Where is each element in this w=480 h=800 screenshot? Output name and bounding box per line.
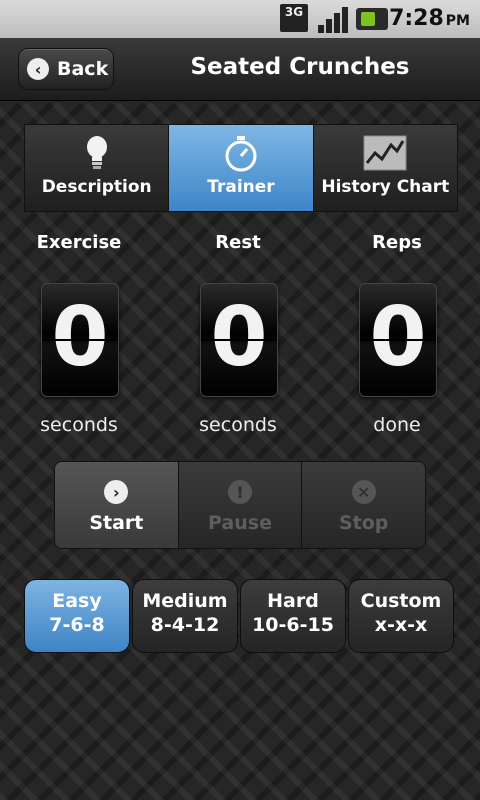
tab-bar: Description Trainer History Chart: [24, 124, 458, 212]
pause-label: Pause: [208, 512, 272, 534]
tab-trainer[interactable]: Trainer: [169, 125, 314, 211]
tab-trainer-label: Trainer: [207, 177, 275, 197]
exercise-title: Exercise: [36, 232, 122, 253]
chevron-left-icon: ‹: [27, 58, 49, 80]
tab-history-chart-label: History Chart: [321, 177, 450, 197]
rest-value: 0: [210, 290, 268, 385]
back-button[interactable]: ‹ Back: [18, 48, 114, 90]
lightbulb-icon: [86, 136, 107, 169]
back-label: Back: [57, 58, 109, 80]
preset-hard-button[interactable]: Hard 10-6-15: [240, 579, 346, 653]
app-header: ‹ Back Seated Crunches: [0, 38, 480, 101]
preset-custom-button[interactable]: Custom x-x-x: [348, 579, 454, 653]
tab-description[interactable]: Description: [25, 125, 170, 211]
close-icon: ✕: [351, 480, 376, 504]
exercise-unit: seconds: [40, 414, 118, 436]
start-button[interactable]: › Start: [55, 462, 179, 548]
start-label: Start: [89, 512, 144, 534]
tab-description-label: Description: [41, 177, 152, 197]
rest-counter: 0: [200, 283, 278, 397]
trainer-controls: › Start ! Pause ✕ Stop: [54, 461, 426, 549]
rest-unit: seconds: [199, 414, 277, 436]
preset-easy-name: Easy: [52, 590, 102, 612]
exercise-counter: 0: [41, 283, 119, 397]
reps-counter: 0: [359, 283, 437, 397]
preset-hard-value: 10-6-15: [252, 614, 334, 636]
signal-strength-icon: [318, 5, 350, 33]
reps-unit: done: [373, 414, 421, 436]
battery-icon: [356, 8, 388, 30]
preset-medium-name: Medium: [142, 590, 228, 612]
stop-button[interactable]: ✕ Stop: [302, 462, 425, 548]
preset-medium-button[interactable]: Medium 8-4-12: [132, 579, 238, 653]
network-3g-icon: 3G: [280, 4, 308, 32]
exercise-value: 0: [51, 290, 109, 385]
preset-easy-value: 7-6-8: [49, 614, 105, 636]
warning-icon: !: [228, 480, 252, 504]
preset-easy-button[interactable]: Easy 7-6-8: [24, 579, 130, 653]
pause-button[interactable]: ! Pause: [178, 462, 303, 548]
preset-hard-name: Hard: [267, 590, 319, 612]
tab-history-chart[interactable]: History Chart: [313, 125, 457, 211]
reps-value: 0: [369, 290, 427, 385]
rest-title: Rest: [215, 232, 261, 253]
preset-custom-name: Custom: [360, 590, 442, 612]
chart-icon: [363, 135, 407, 171]
page-title: Seated Crunches: [190, 54, 410, 80]
status-time: 7:28 PM: [389, 6, 470, 31]
reps-title: Reps: [372, 232, 422, 253]
status-bar: 3G 7:28 PM: [0, 0, 480, 38]
stopwatch-icon: [225, 136, 257, 172]
preset-medium-value: 8-4-12: [150, 614, 220, 636]
chevron-right-icon: ›: [104, 480, 129, 504]
stop-label: Stop: [338, 512, 389, 534]
preset-custom-value: x-x-x: [374, 614, 428, 636]
